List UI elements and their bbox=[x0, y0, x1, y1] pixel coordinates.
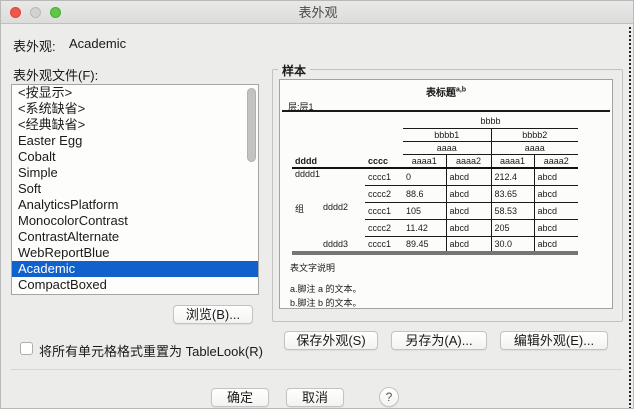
preview-cell: 205 bbox=[490, 219, 534, 237]
list-item[interactable]: AnalyticsPlatform bbox=[12, 197, 258, 213]
preview-cell: 11.42 bbox=[403, 219, 446, 237]
preview-sub-label: cccc1 bbox=[365, 168, 403, 186]
preview-cell: abcd bbox=[533, 168, 578, 186]
reset-checkbox-label: 将所有单元格格式重置为 TableLook(R) bbox=[39, 344, 263, 359]
list-item[interactable]: MonocolorContrast bbox=[12, 213, 258, 229]
save-as-button[interactable]: 另存为(A)... bbox=[391, 331, 487, 350]
preview-cell: 30.0 bbox=[490, 236, 534, 255]
preview-subheader: bbbb1 bbox=[403, 128, 492, 142]
preview-cell: 212.4 bbox=[490, 168, 534, 186]
preview-cell: 89.45 bbox=[403, 236, 446, 255]
preview-cell: abcd bbox=[445, 236, 491, 255]
preview-subheader: aaaa bbox=[403, 141, 492, 155]
preview-sub-label: cccc2 bbox=[365, 185, 403, 203]
preview-row-label: dddd3 bbox=[320, 236, 365, 255]
title-bar[interactable]: 表外观 bbox=[1, 1, 633, 24]
reset-checkbox[interactable] bbox=[20, 342, 33, 355]
list-item[interactable]: WebReportBlue bbox=[12, 245, 258, 261]
preview-cell: 83.65 bbox=[490, 185, 534, 203]
cancel-button[interactable]: 取消 bbox=[286, 388, 344, 407]
help-button[interactable]: ? bbox=[379, 387, 399, 407]
preview-cell: abcd bbox=[533, 219, 578, 237]
sample-group-label: 样本 bbox=[278, 62, 311, 79]
tablelook-dialog: 表外观 表外观: Academic 表外观文件(F): <按显示> <系统缺省>… bbox=[0, 0, 634, 409]
save-look-button[interactable]: 保存外观(S) bbox=[284, 331, 378, 350]
browse-button[interactable]: 浏览(B)... bbox=[173, 305, 253, 324]
list-item-selected[interactable]: Academic bbox=[12, 261, 258, 277]
preview-subheader: aaaa bbox=[491, 141, 578, 155]
ok-button[interactable]: 确定 bbox=[211, 388, 269, 407]
current-tablelook-value: Academic bbox=[69, 36, 127, 51]
preview-cell: 105 bbox=[403, 202, 446, 220]
list-item[interactable]: <系统缺省> bbox=[12, 101, 258, 117]
list-scrollbar-thumb[interactable] bbox=[247, 88, 256, 162]
edit-look-button[interactable]: 编辑外观(E)... bbox=[500, 331, 608, 350]
window-right-edge-dashes bbox=[629, 27, 631, 408]
preview-colgroup-header: bbbb bbox=[403, 115, 578, 129]
preview-cell: 0 bbox=[403, 168, 446, 186]
preview-sub-label: cccc1 bbox=[365, 202, 403, 220]
preview-cell: 58.53 bbox=[490, 202, 534, 220]
preview-row-dim-header: cccc bbox=[365, 154, 403, 169]
bottom-divider bbox=[11, 369, 623, 370]
list-item[interactable]: Easter Egg bbox=[12, 133, 258, 149]
preview-row-dim-header: dddd bbox=[292, 154, 365, 169]
sample-preview: 表标题a,b 层:层1 bbbb bbbb1 bbbb2 aaaa aaaa d… bbox=[279, 79, 613, 309]
preview-cell: abcd bbox=[445, 202, 491, 220]
preview-row-label: dddd2 bbox=[323, 202, 349, 212]
preview-group-label: 组 bbox=[292, 202, 320, 255]
preview-table-title: 表标题a,b bbox=[280, 84, 612, 99]
preview-sub-label: cccc2 bbox=[365, 219, 403, 237]
preview-caption: 表文字说明 bbox=[290, 263, 336, 273]
list-item[interactable]: Simple bbox=[12, 165, 258, 181]
preview-cell: abcd bbox=[445, 219, 491, 237]
preview-col-header: aaaa2 bbox=[533, 154, 578, 169]
preview-col-header: aaaa2 bbox=[445, 154, 491, 169]
preview-cell: abcd bbox=[445, 168, 491, 186]
preview-cell: 88.6 bbox=[403, 185, 446, 203]
list-item[interactable]: CompactBoxed bbox=[12, 277, 258, 293]
tablelook-file-list[interactable]: <按显示> <系统缺省> <经典缺省> Easter Egg Cobalt Si… bbox=[11, 84, 259, 295]
preview-double-rule bbox=[282, 110, 610, 112]
preview-row-label: dddd1 bbox=[295, 169, 321, 179]
preview-table: bbbb bbbb1 bbbb2 aaaa aaaa dddd cccc aaa… bbox=[292, 115, 578, 255]
list-item[interactable]: Cobalt bbox=[12, 149, 258, 165]
preview-col-header: aaaa1 bbox=[403, 154, 446, 169]
preview-footnote-b: b.脚注 b 的文本。 bbox=[290, 298, 362, 308]
preview-table-title-footmarks: a,b bbox=[455, 86, 467, 94]
preview-table-title-text: 表标题 bbox=[425, 88, 456, 99]
preview-corner-empty bbox=[292, 115, 403, 154]
preview-sub-label: cccc1 bbox=[365, 236, 403, 255]
window-title: 表外观 bbox=[298, 5, 338, 20]
tablelook-files-label: 表外观文件(F): bbox=[13, 68, 99, 83]
preview-cell: abcd bbox=[533, 202, 578, 220]
list-item[interactable]: <经典缺省> bbox=[12, 117, 258, 133]
current-tablelook-label: 表外观: bbox=[13, 39, 56, 54]
preview-footnote-a: a.脚注 a 的文本。 bbox=[290, 284, 362, 294]
list-item[interactable]: Soft bbox=[12, 181, 258, 197]
preview-cell: abcd bbox=[533, 236, 578, 255]
preview-subheader: bbbb2 bbox=[491, 128, 578, 142]
preview-col-header: aaaa1 bbox=[490, 154, 534, 169]
preview-cell: abcd bbox=[445, 185, 491, 203]
list-item[interactable]: <按显示> bbox=[12, 85, 258, 101]
list-item[interactable]: ContrastAlternate bbox=[12, 229, 258, 245]
preview-cell: abcd bbox=[533, 185, 578, 203]
